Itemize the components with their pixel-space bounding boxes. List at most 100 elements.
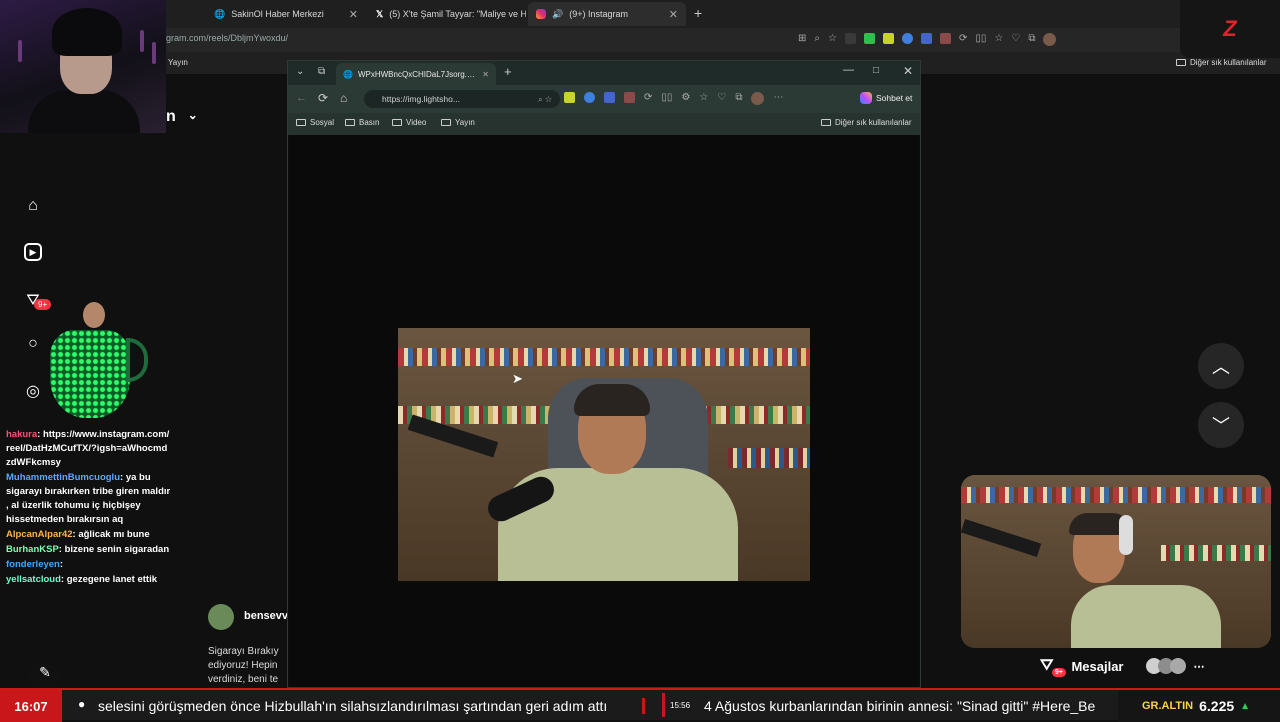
close-icon[interactable]: ✕ — [669, 8, 678, 21]
favorites-icon[interactable]: ☆ — [994, 33, 1003, 46]
ticker-headline: 4 Ağustos kurbanlarından birinin annesi:… — [704, 698, 1096, 714]
bookmark-yayin[interactable]: Yayın — [168, 58, 188, 67]
zoom-icon[interactable]: ⌕ — [814, 33, 820, 46]
post-author[interactable]: bensevv — [244, 610, 288, 622]
chat-user: MuhammettinBumcuoglu — [6, 472, 120, 483]
tab-label: SakinOl Haber Merkezi — [231, 9, 324, 19]
chat-user: AlpcanAlpar42 — [6, 529, 73, 540]
chat-message: MuhammettinBumcuoglu: ya bu sigarayı bır… — [6, 472, 171, 525]
bookmark-other[interactable]: Diğer sık kullanılanlar — [1176, 58, 1266, 67]
copilot-button[interactable]: Sohbet et — [860, 92, 912, 104]
extension-icon[interactable] — [624, 92, 635, 103]
tab-x[interactable]: 𝕏 (5) X'te Şamil Tayyar: "Maliye ve H ✕ — [368, 2, 526, 26]
post-avatar[interactable] — [208, 604, 234, 630]
back-url-field[interactable]: gram.com/reels/DbljmYwoxdu/ — [166, 33, 288, 43]
split-icon[interactable]: ▯▯ — [975, 33, 986, 46]
bookmark-label: Diğer sık kullanılanlar — [1190, 58, 1267, 67]
extension-icon[interactable] — [901, 33, 913, 44]
messages-bar[interactable]: ⛛ 9+ Mesajlar ⋯ — [1040, 650, 1240, 682]
chevron-down-icon: ⌄ — [187, 108, 198, 122]
chat-text: ağlicak mı bune — [78, 529, 150, 540]
ticker-stamp: 15:56 — [670, 701, 691, 710]
app-icon[interactable]: ⊞ — [798, 33, 806, 46]
channel-logo: Z — [1180, 0, 1280, 58]
folder-icon — [392, 119, 402, 126]
extension-icon[interactable] — [939, 33, 951, 44]
account-switcher[interactable]: n ⌄ — [166, 108, 198, 126]
globe-icon: 🌐 — [343, 69, 353, 79]
previous-reel-button[interactable]: ︿ — [1198, 343, 1244, 389]
gold-label: GR.ALTIN — [1142, 700, 1194, 712]
edit-icon[interactable]: ✎ — [28, 664, 62, 688]
url-text: https://img.lightsho... — [382, 94, 460, 104]
chevron-down-icon: ﹀ — [1212, 416, 1230, 436]
extension-icon[interactable] — [882, 33, 894, 44]
home-icon[interactable]: ⌂ — [340, 91, 347, 105]
chat-message: BurhanKSP: bizene senin sigaradan — [6, 544, 170, 555]
chat-user: yellsatcloud — [6, 574, 61, 585]
chat-message: hakura: https://www.instagram.com/reel/D… — [6, 429, 170, 468]
extension-icon[interactable] — [844, 33, 856, 44]
split-icon[interactable]: ▯▯ — [661, 92, 672, 105]
close-icon[interactable]: ✕ — [482, 70, 489, 79]
tab-sakinol[interactable]: 🌐 SakinOl Haber Merkezi ✕ — [206, 2, 366, 26]
speaker-icon[interactable]: 🔊 — [552, 9, 563, 20]
caption-line: ediyoruz! Hepin — [208, 660, 278, 671]
home-icon[interactable]: ⌂ — [22, 195, 44, 217]
extensions-icon[interactable]: ⚙ — [681, 92, 690, 105]
next-reel-button[interactable]: ﹀ — [1198, 402, 1244, 448]
bookmark-other[interactable]: Diğer sık kullanılanlar — [821, 118, 911, 127]
tab-instagram[interactable]: 🔊 (9+) Instagram ✕ — [528, 2, 686, 26]
chevron-up-icon: ︿ — [1212, 357, 1230, 377]
chat-user: BurhanKSP — [6, 544, 59, 555]
chat-message: yellsatcloud: gezegene lanet ettik — [6, 574, 158, 585]
reels-icon[interactable]: ▶ — [22, 241, 44, 263]
heart-icon[interactable]: ♡ — [717, 92, 726, 105]
extension-icon[interactable] — [584, 92, 595, 103]
heart-icon[interactable]: ♡ — [1011, 33, 1020, 46]
extension-icon[interactable] — [564, 92, 575, 103]
bookmark-basin[interactable]: Basın — [345, 118, 379, 127]
refresh-icon[interactable]: ⟳ — [318, 91, 328, 105]
bookmark-yayin[interactable]: Yayın — [441, 118, 475, 127]
news-ticker: 16:07 ● selesini görüşmeden önce Hizbull… — [0, 688, 1280, 722]
minimize-button[interactable]: — — [843, 64, 854, 76]
ticker-divider — [642, 698, 645, 714]
extension-icon[interactable] — [863, 33, 875, 44]
cursor-icon: ➤ — [512, 371, 523, 386]
back-arrow-icon[interactable]: ← — [296, 92, 307, 104]
folder-icon — [1176, 59, 1186, 66]
more-icon[interactable]: ⋯ — [773, 92, 783, 105]
bookmark-sosyal[interactable]: Sosyal — [296, 118, 334, 127]
screenshot-icon[interactable]: ⧉ — [1028, 33, 1035, 46]
extension-icon[interactable] — [920, 33, 932, 44]
favorites-icon[interactable]: ☆ — [699, 92, 708, 105]
refresh-icon[interactable]: ⟳ — [644, 92, 652, 105]
front-url-field[interactable]: https://img.lightsho... ⌕ ☆ — [364, 90, 560, 108]
folder-icon — [345, 119, 355, 126]
zoom-icon[interactable]: ⌕ ☆ — [538, 94, 552, 105]
ticker-divider — [662, 693, 665, 717]
star-icon[interactable]: ☆ — [828, 33, 837, 46]
avatar[interactable] — [751, 92, 765, 105]
chevron-down-icon[interactable]: ⌄ — [296, 66, 304, 77]
maximize-button[interactable]: □ — [873, 65, 879, 76]
new-tab-button[interactable]: + — [504, 64, 512, 79]
screenshot-icon[interactable]: ⧉ — [735, 92, 742, 105]
username: n — [166, 108, 176, 125]
podcast-photo[interactable] — [398, 328, 810, 581]
tab-actions-icon[interactable]: ⧉ — [318, 66, 325, 77]
chat-message: AlpcanAlpar42: ağlicak mı bune — [6, 529, 150, 540]
x-logo-icon: 𝕏 — [376, 8, 384, 19]
tab-image[interactable]: 🌐 WPxHWBncQxCHIDaL7Jsorg.png ✕ — [336, 63, 496, 85]
close-window-button[interactable]: ✕ — [903, 64, 913, 78]
bookmark-video[interactable]: Video — [392, 118, 426, 127]
extension-icon[interactable] — [604, 92, 615, 103]
close-icon[interactable]: ✕ — [349, 8, 358, 21]
avatar[interactable] — [1043, 33, 1057, 46]
back-tab-bar: 🌐 SakinOl Haber Merkezi ✕ 𝕏 (5) X'te Şam… — [0, 0, 1280, 28]
more-icon[interactable]: ⋯ — [1194, 660, 1205, 673]
new-tab-button[interactable]: + — [694, 5, 702, 21]
globe-icon: 🌐 — [214, 8, 226, 19]
refresh-icon[interactable]: ⟳ — [959, 33, 967, 46]
